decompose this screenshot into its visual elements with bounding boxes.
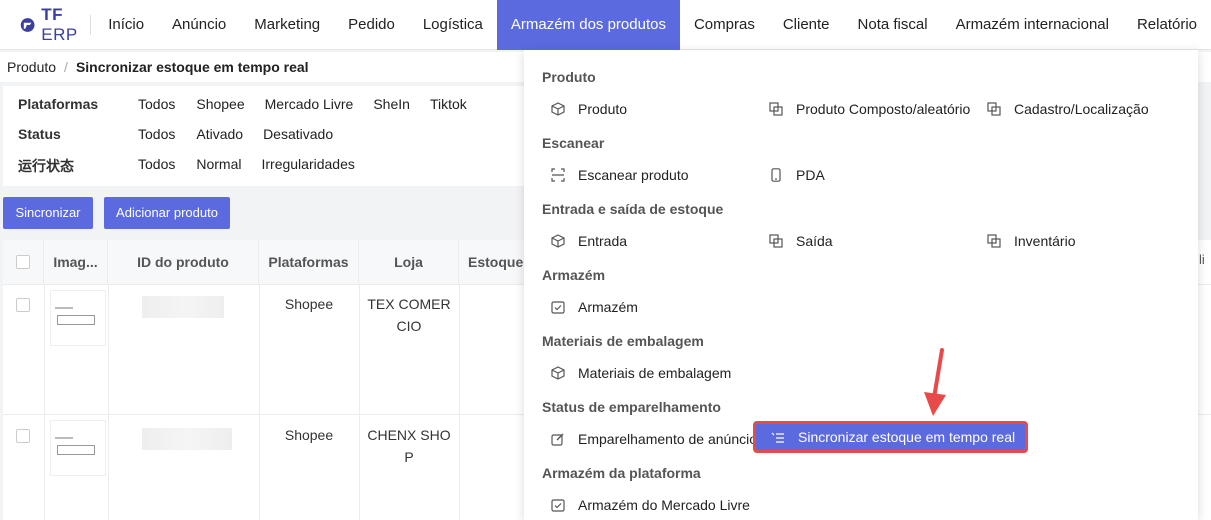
filter-row-run-status: 运行状态 Todos Normal Irregularidades xyxy=(18,156,375,176)
list-icon xyxy=(770,429,786,445)
redacted-product-id xyxy=(142,428,232,450)
header-platform: Plataformas xyxy=(259,240,359,284)
filter-option[interactable]: Desativado xyxy=(263,126,333,146)
menu-item-inventario[interactable]: Inventário xyxy=(986,230,1075,252)
product-thumbnail[interactable] xyxy=(50,420,106,476)
edit-icon xyxy=(550,431,566,447)
breadcrumb-root[interactable]: Produto xyxy=(7,59,56,75)
row-store: CHENX SHO P xyxy=(367,427,451,465)
filter-option[interactable]: Shopee xyxy=(196,96,244,116)
nav-pedido[interactable]: Pedido xyxy=(334,0,409,50)
nav-nota-fiscal[interactable]: Nota fiscal xyxy=(844,0,942,50)
nav-marketing[interactable]: Marketing xyxy=(240,0,334,50)
menu-section-status-emparelhamento: Status de emparelhamento xyxy=(542,399,721,415)
menu-section-armazem-plataforma: Armazém da plataforma xyxy=(542,465,701,481)
brand-name: TF ERP xyxy=(41,4,78,44)
nav-compras[interactable]: Compras xyxy=(680,0,769,50)
nav-relatorio[interactable]: Relatório xyxy=(1123,0,1211,50)
menu-item-entrada[interactable]: Entrada xyxy=(550,230,627,252)
top-nav: TF ERP Início Anúncio Marketing Pedido L… xyxy=(0,0,1211,50)
menu-section-produto: Produto xyxy=(542,69,596,85)
sync-button[interactable]: Sincronizar xyxy=(3,197,93,229)
menu-section-escanear: Escanear xyxy=(542,135,605,151)
header-image: Imag... xyxy=(44,240,108,284)
menu-item-armazem[interactable]: Armazém xyxy=(550,296,638,318)
menu-item-produto[interactable]: Produto xyxy=(550,98,627,120)
cube-icon xyxy=(550,101,566,117)
header-product-id: ID do produto xyxy=(108,240,259,284)
nav-inicio[interactable]: Início xyxy=(94,0,158,50)
logo-icon xyxy=(20,17,35,32)
filter-option[interactable]: Normal xyxy=(196,156,241,176)
redacted-product-id xyxy=(142,296,224,318)
menu-section-entrada-saida: Entrada e saída de estoque xyxy=(542,201,724,217)
menu-section-armazem: Armazém xyxy=(542,267,606,283)
calendar-check-icon xyxy=(550,497,566,513)
filter-option[interactable]: Ativado xyxy=(196,126,243,146)
copy-icon xyxy=(768,233,784,249)
col-divider xyxy=(44,284,45,520)
filter-option[interactable]: SheIn xyxy=(373,96,410,116)
filter-option[interactable]: Todos xyxy=(138,96,175,116)
col-divider xyxy=(259,284,260,520)
copy-icon xyxy=(986,233,1002,249)
menu-section-materiais: Materiais de embalagem xyxy=(542,333,704,349)
add-product-button[interactable]: Adicionar produto xyxy=(104,197,230,229)
copy-icon xyxy=(768,101,784,117)
menu-item-cadastro-localizacao[interactable]: Cadastro/Localização xyxy=(986,98,1149,120)
row-checkbox[interactable] xyxy=(16,298,30,312)
header-select-all xyxy=(3,240,44,284)
menu-item-sincronizar-estoque[interactable]: Sincronizar estoque em tempo real xyxy=(753,421,1029,453)
cube-icon xyxy=(550,365,566,381)
breadcrumb-separator: / xyxy=(64,59,68,75)
nav-logistica[interactable]: Logística xyxy=(409,0,497,50)
logo[interactable]: TF ERP xyxy=(0,5,90,45)
nav-divider xyxy=(89,14,91,35)
filter-option[interactable]: Tiktok xyxy=(430,96,467,116)
filter-row-status: Status Todos Ativado Desativado xyxy=(18,126,353,146)
header-store: Loja xyxy=(359,240,459,284)
menu-item-escanear-produto[interactable]: Escanear produto xyxy=(550,164,689,186)
nav-cliente[interactable]: Cliente xyxy=(769,0,844,50)
nav-anuncio[interactable]: Anúncio xyxy=(158,0,240,50)
nav-armazem-dos-produtos[interactable]: Armazém dos produtos xyxy=(496,0,680,50)
filter-label: 运行状态 xyxy=(18,158,74,174)
table-overflow-text: li xyxy=(1199,252,1205,267)
calendar-check-icon xyxy=(550,299,566,315)
copy-icon xyxy=(986,101,1002,117)
scan-icon xyxy=(550,167,566,183)
row-platform: Shopee xyxy=(284,296,334,312)
mobile-device-icon xyxy=(768,167,784,183)
filter-option[interactable]: Todos xyxy=(138,156,175,176)
row-store: TEX COMER CIO xyxy=(367,296,451,334)
product-thumbnail[interactable] xyxy=(50,290,106,346)
warehouse-dropdown-menu: Produto Produto Produto Composto/aleatór… xyxy=(524,50,1198,520)
filter-label: Plataformas xyxy=(18,96,99,112)
filter-option[interactable]: Mercado Livre xyxy=(265,96,354,116)
filter-label: Status xyxy=(18,126,61,142)
filter-panel: Plataformas Todos Shopee Mercado Livre S… xyxy=(3,86,563,186)
col-divider xyxy=(108,284,109,520)
select-all-checkbox[interactable] xyxy=(16,255,30,269)
menu-item-produto-composto[interactable]: Produto Composto/aleatório xyxy=(768,98,970,120)
filter-row-plataformas: Plataformas Todos Shopee Mercado Livre S… xyxy=(18,96,487,116)
menu-item-saida[interactable]: Saída xyxy=(768,230,833,252)
filter-option[interactable]: Irregularidades xyxy=(261,156,354,176)
arrow-annotation-icon xyxy=(924,348,946,416)
menu-item-pda[interactable]: PDA xyxy=(768,164,825,186)
row-checkbox[interactable] xyxy=(16,429,30,443)
menu-item-armazem-mercado-livre[interactable]: Armazém do Mercado Livre xyxy=(550,494,750,516)
col-divider xyxy=(459,284,460,520)
filter-option[interactable]: Todos xyxy=(138,126,175,146)
menu-item-emparelhamento-anuncios[interactable]: Emparelhamento de anúncios xyxy=(550,428,764,450)
menu-item-materiais-embalagem[interactable]: Materiais de embalagem xyxy=(550,362,731,384)
breadcrumb-current: Sincronizar estoque em tempo real xyxy=(75,59,309,75)
row-platform: Shopee xyxy=(284,427,334,443)
cube-icon xyxy=(550,233,566,249)
nav-armazem-internacional[interactable]: Armazém internacional xyxy=(942,0,1123,50)
header-stock: Estoque d xyxy=(459,240,527,284)
